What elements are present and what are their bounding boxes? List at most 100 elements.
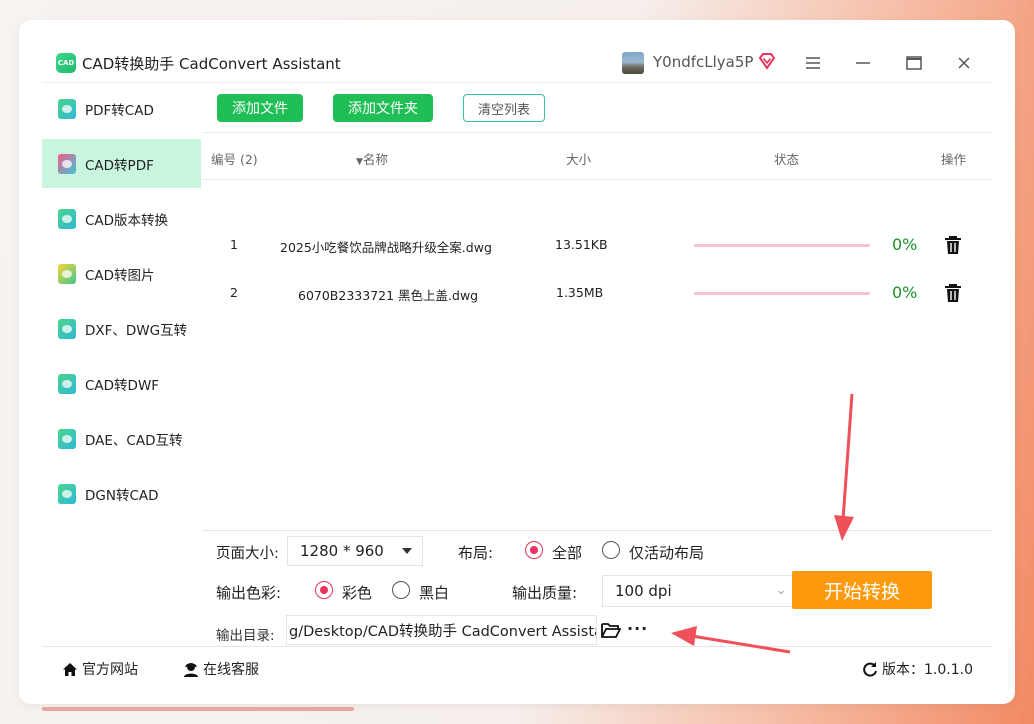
sidebar: PDF转CAD CAD转PDF CAD版本转换 CAD转图片 DXF、DWG互转… [42, 84, 202, 644]
bw-label[interactable]: 黑白 [419, 582, 449, 603]
trash-icon[interactable] [944, 235, 962, 255]
sidebar-item-label: CAD转DWF [85, 377, 160, 394]
sidebar-item-label: CAD转PDF [85, 157, 154, 174]
dgn-to-cad-icon [58, 483, 76, 504]
column-header-action: 操作 [941, 152, 967, 167]
color-label[interactable]: 彩色 [342, 582, 372, 603]
column-header-name[interactable]: ▼名称 [356, 149, 388, 168]
sidebar-item-cad-to-dwf[interactable]: CAD转DWF [42, 359, 201, 408]
online-support-link[interactable]: 在线客服 [183, 659, 259, 679]
support-label: 在线客服 [203, 662, 259, 678]
sidebar-item-dae-cad[interactable]: DAE、CAD互转 [42, 414, 201, 463]
layout-active-label[interactable]: 仅活动布局 [629, 542, 704, 563]
app-window: CAD CAD转换助手 CadConvert Assistant Y0ndfcL… [42, 43, 992, 688]
avatar[interactable] [622, 52, 644, 74]
website-label: 官方网站 [82, 662, 138, 678]
sidebar-item-label: CAD版本转换 [85, 212, 169, 229]
start-convert-button[interactable]: 开始转换 [792, 571, 932, 609]
sidebar-item-label: DGN转CAD [85, 487, 159, 504]
page-size-select[interactable]: 1280 * 960 [287, 536, 423, 566]
layout-all-radio[interactable] [525, 541, 543, 559]
color-radio[interactable] [315, 581, 333, 599]
sort-desc-icon: ▼ [356, 157, 363, 167]
table-header: 编号 (2) ▼名称 大小 状态 操作 [202, 132, 992, 180]
cad-version-icon [58, 208, 76, 229]
row-file-name: 2025小吃餐饮品牌战略升级全案.dwg [280, 240, 492, 255]
cad-to-pdf-icon [58, 153, 76, 174]
sidebar-item-cad-to-pdf[interactable]: CAD转PDF [42, 139, 201, 188]
app-logo-icon: CAD [56, 53, 76, 73]
column-header-number[interactable]: 编号 (2) [211, 149, 258, 168]
sidebar-item-cad-to-image[interactable]: CAD转图片 [42, 249, 201, 298]
sidebar-item-cad-version[interactable]: CAD版本转换 [42, 194, 201, 243]
row-index: 1 [230, 237, 238, 252]
output-dir-field[interactable]: g/Desktop/CAD转换助手 CadConvert Assistant [286, 615, 597, 645]
official-website-link[interactable]: 官方网站 [62, 659, 138, 679]
output-color-label: 输出色彩: [216, 584, 282, 602]
row-index: 2 [230, 285, 238, 300]
layout-label: 布局: [458, 544, 494, 562]
table-row[interactable]: 1 2025小吃餐饮品牌战略升级全案.dwg 13.51KB 0% [202, 222, 992, 270]
minimize-icon [856, 62, 870, 64]
sidebar-item-dxf-dwg[interactable]: DXF、DWG互转 [42, 304, 201, 353]
output-dir-label: 输出目录: [216, 628, 275, 644]
add-folder-button[interactable]: 添加文件夹 [333, 94, 433, 122]
add-file-button[interactable]: 添加文件 [217, 94, 303, 122]
sidebar-item-label: DXF、DWG互转 [85, 322, 188, 339]
dxf-dwg-icon [58, 318, 76, 339]
dropdown-arrow-icon [402, 548, 412, 554]
column-header-status: 状态 [774, 152, 800, 167]
home-icon [63, 662, 77, 676]
maximize-button[interactable] [901, 51, 927, 75]
cad-to-image-icon [58, 263, 76, 284]
table-row[interactable]: 2 6070B2333721 黑色上盖.dwg 1.35MB 0% [202, 270, 992, 318]
dae-cad-icon [58, 428, 76, 449]
close-button[interactable] [951, 51, 977, 75]
app-logo-text: CAD [57, 59, 75, 67]
title-bar: CAD CAD转换助手 CadConvert Assistant Y0ndfcL… [42, 43, 992, 83]
quality-value: 100 dpi [615, 582, 672, 600]
app-title: CAD转换助手 CadConvert Assistant [82, 55, 341, 73]
progress-percent: 0% [892, 283, 918, 302]
folder-icon[interactable] [601, 621, 621, 639]
minimize-button[interactable] [850, 51, 876, 75]
layout-active-radio[interactable] [602, 541, 620, 559]
sidebar-item-label: DAE、CAD互转 [85, 432, 183, 449]
sidebar-item-label: PDF转CAD [85, 102, 154, 119]
sidebar-item-pdf-to-cad[interactable]: PDF转CAD [42, 84, 201, 133]
layout-all-label[interactable]: 全部 [552, 542, 582, 563]
background-strip [42, 707, 354, 711]
bw-radio[interactable] [392, 581, 410, 599]
output-quality-label: 输出质量: [512, 584, 578, 602]
progress-percent: 0% [892, 235, 918, 254]
progress-bar [694, 292, 870, 295]
vip-diamond-icon[interactable] [758, 52, 776, 70]
sidebar-item-dgn-to-cad[interactable]: DGN转CAD [42, 469, 201, 518]
version-label: 版本：1.0.1.0 [882, 662, 973, 678]
footer: 官方网站 在线客服 版本：1.0.1.0 [42, 646, 992, 688]
cad-to-dwf-icon [58, 373, 76, 394]
pdf-to-cad-icon [58, 98, 76, 119]
sidebar-item-label: CAD转图片 [85, 267, 155, 284]
row-file-size: 13.51KB [555, 237, 608, 252]
maximize-icon [906, 56, 922, 70]
column-header-size[interactable]: 大小 [566, 149, 591, 168]
menu-button[interactable] [800, 51, 826, 75]
chevron-down-icon: ⌄ [775, 582, 787, 598]
clear-list-button[interactable]: 清空列表 [463, 94, 545, 122]
column-header-name-label: 名称 [362, 152, 388, 167]
hamburger-icon [806, 57, 820, 69]
trash-icon[interactable] [944, 283, 962, 303]
progress-bar [694, 244, 870, 247]
username[interactable]: Y0ndfcLlya5P [653, 53, 753, 71]
close-icon [958, 57, 970, 69]
row-file-name: 6070B2333721 黑色上盖.dwg [298, 288, 479, 303]
row-file-size: 1.35MB [556, 285, 604, 300]
more-options-icon[interactable]: ··· [627, 619, 648, 638]
support-agent-icon [184, 662, 198, 677]
page-size-label: 页面大小: [216, 546, 279, 562]
page-size-value: 1280 * 960 [300, 542, 384, 560]
refresh-icon [863, 661, 877, 677]
version-info[interactable]: 版本：1.0.1.0 [862, 659, 973, 679]
quality-select[interactable]: 100 dpi ⌄ [602, 575, 798, 607]
